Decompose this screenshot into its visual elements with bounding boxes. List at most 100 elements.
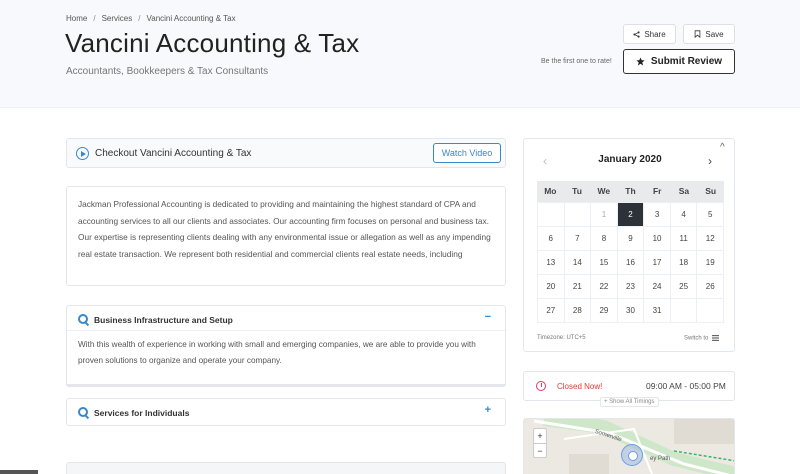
calendar-day[interactable]: 29 <box>591 299 618 323</box>
calendar-day[interactable]: 31 <box>644 299 671 323</box>
save-label: Save <box>705 29 724 39</box>
weekday: Tu <box>572 186 582 196</box>
clock-icon <box>536 381 546 391</box>
map-path-label: ey Path <box>650 456 671 462</box>
hours-range: 09:00 AM - 05:00 PM <box>646 381 726 391</box>
video-card: Checkout Vancini Accounting & Tax Watch … <box>66 138 506 168</box>
show-all-timings-button[interactable]: + Show All Timings <box>600 397 659 407</box>
play-icon[interactable] <box>76 147 89 160</box>
share-icon <box>633 30 640 38</box>
calendar-empty-cell <box>670 299 698 323</box>
page-subtitle: Accountants, Bookkeepers & Tax Consultan… <box>66 66 269 77</box>
description-card: Jackman Professional Accounting is dedic… <box>66 186 506 286</box>
calendar-month: January 2020 <box>598 154 662 165</box>
switch-view-button[interactable]: Switch to <box>684 335 720 342</box>
calendar-day[interactable]: 9 <box>617 227 645 251</box>
calendar-day[interactable]: 12 <box>697 227 724 251</box>
calendar-day[interactable]: 30 <box>617 299 645 323</box>
next-month-button[interactable]: › <box>708 154 712 168</box>
submit-review-label: Submit Review <box>650 56 723 67</box>
accordion-title[interactable]: Business Infrastructure and Setup <box>94 315 233 325</box>
calendar-day[interactable]: 27 <box>538 299 565 323</box>
calendar-day[interactable]: 17 <box>644 251 671 275</box>
calendar-day[interactable]: 23 <box>617 275 645 299</box>
bookmark-icon <box>695 30 701 38</box>
divider <box>67 330 507 331</box>
share-button[interactable]: Share <box>623 24 676 44</box>
calendar-empty-cell <box>564 203 592 227</box>
calendar-day[interactable]: 20 <box>538 275 565 299</box>
accordion-item: Business Infrastructure and Setup − With… <box>66 305 507 387</box>
breadcrumb-separator: / <box>138 14 141 23</box>
corner-tab[interactable] <box>0 470 38 474</box>
breadcrumb-services[interactable]: Services <box>102 14 133 23</box>
star-icon <box>636 57 645 66</box>
calendar-day[interactable]: 2 <box>617 203 645 227</box>
timezone-label: Timezone: UTC+5 <box>537 335 586 341</box>
zoom-in-button[interactable]: + <box>534 429 546 443</box>
weekday: Fr <box>652 186 662 196</box>
calendar-day[interactable]: 26 <box>697 275 724 299</box>
expand-toggle[interactable]: + <box>485 404 491 416</box>
calendar-empty-cell <box>538 203 565 227</box>
zoom-out-button[interactable]: − <box>534 444 546 458</box>
page-title: Vancini Accounting & Tax <box>65 28 360 58</box>
calendar-day[interactable]: 25 <box>670 275 698 299</box>
description-text: Jackman Professional Accounting is dedic… <box>78 199 491 259</box>
accordion-body: With this wealth of experience in workin… <box>78 340 476 365</box>
calendar-day[interactable]: 24 <box>644 275 671 299</box>
calendar-day[interactable]: 28 <box>564 299 592 323</box>
video-title: Checkout Vancini Accounting & Tax <box>95 148 252 159</box>
calendar-empty-cell <box>697 299 724 323</box>
breadcrumb-current: Vancini Accounting & Tax <box>146 14 236 23</box>
breadcrumb-home[interactable]: Home <box>66 14 87 23</box>
list-icon <box>712 335 720 341</box>
calendar-day[interactable]: 21 <box>564 275 592 299</box>
weekday: Th <box>625 186 636 196</box>
breadcrumb: Home / Services / Vancini Accounting & T… <box>66 14 236 23</box>
status-badge: Closed Now! <box>557 382 603 391</box>
next-section-card <box>66 462 506 474</box>
calendar-day[interactable]: 19 <box>697 251 724 275</box>
map[interactable]: + − Somerville ey Path <box>523 418 735 474</box>
switch-label: Switch to <box>684 335 709 342</box>
page-header: Home / Services / Vancini Accounting & T… <box>0 0 800 108</box>
calendar-day[interactable]: 5 <box>697 203 724 227</box>
accordion-title[interactable]: Services for Individuals <box>94 408 189 418</box>
calendar-day[interactable]: 1 <box>591 203 618 227</box>
calendar-day[interactable]: 13 <box>538 251 565 275</box>
accordion-item: Services for Individuals + <box>66 398 506 426</box>
calendar-day[interactable]: 15 <box>591 251 618 275</box>
question-icon <box>78 314 88 324</box>
calendar-day[interactable]: 22 <box>591 275 618 299</box>
calendar-day[interactable]: 4 <box>670 203 698 227</box>
calendar-day[interactable]: 18 <box>670 251 698 275</box>
calendar-day[interactable]: 16 <box>617 251 645 275</box>
map-zoom-control: + − <box>533 428 547 458</box>
weekday: Mo <box>544 186 557 196</box>
weekday: Su <box>705 186 717 196</box>
weekday: Sa <box>678 186 690 196</box>
calendar-weekdays: Mo Tu We Th Fr Sa Su <box>537 181 724 202</box>
location-pin-icon[interactable] <box>621 444 643 466</box>
watch-video-button[interactable]: Watch Video <box>433 143 501 163</box>
calendar-day[interactable]: 8 <box>591 227 618 251</box>
calendar-day[interactable]: 11 <box>670 227 698 251</box>
calendar-day[interactable]: 3 <box>644 203 671 227</box>
calendar-day[interactable]: 14 <box>564 251 592 275</box>
breadcrumb-separator: / <box>93 14 96 23</box>
calendar-grid: 1 2 3 4 5 6 7 8 9 10 11 12 13 14 15 16 17 18 19 20 21 22 23 24 2… <box>537 202 724 323</box>
calendar-day[interactable]: 6 <box>538 227 565 251</box>
collapse-toggle[interactable]: − <box>485 311 491 323</box>
calendar-day[interactable]: 10 <box>644 227 671 251</box>
calendar-day[interactable]: 7 <box>564 227 592 251</box>
rating-prompt: Be the first one to rate! <box>541 58 612 65</box>
opening-hours-card: Closed Now! 09:00 AM - 05:00 PM + Show A… <box>523 371 735 407</box>
collapse-icon[interactable]: ^ <box>720 142 725 153</box>
share-label: Share <box>644 29 666 39</box>
weekday: We <box>597 186 611 196</box>
save-button[interactable]: Save <box>683 24 735 44</box>
submit-review-button[interactable]: Submit Review <box>623 49 735 74</box>
question-icon <box>78 407 88 417</box>
calendar-widget: ^ ‹ January 2020 › Mo Tu We Th Fr Sa Su … <box>523 138 735 352</box>
